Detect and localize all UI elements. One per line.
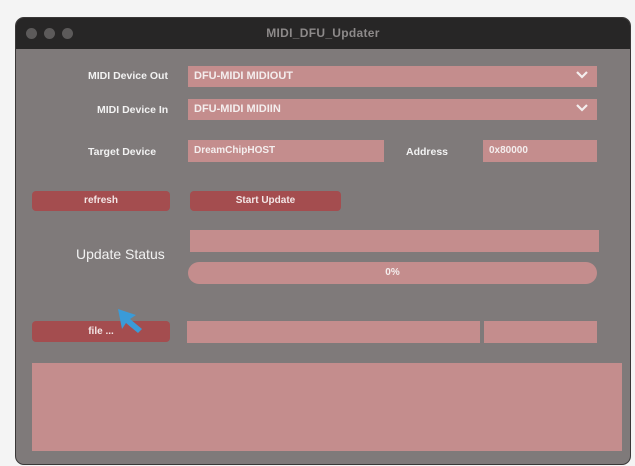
update-status-label: Update Status: [76, 246, 165, 262]
title-bar: MIDI_DFU_Updater: [16, 18, 630, 49]
progress-text: 0%: [385, 267, 400, 278]
refresh-button[interactable]: refresh: [32, 191, 170, 211]
chevron-down-icon: [576, 71, 588, 79]
app-window: MIDI_DFU_Updater MIDI Device Out DFU-MID…: [15, 17, 631, 465]
log-output-area[interactable]: [32, 363, 622, 451]
file-button[interactable]: file ...: [32, 321, 170, 342]
main-panel: MIDI Device Out DFU-MIDI MIDIOUT MIDI De…: [16, 49, 630, 464]
file-info-field: [484, 321, 597, 343]
file-path-field[interactable]: [187, 321, 480, 343]
midi-device-out-label: MIDI Device Out: [88, 70, 168, 82]
midi-device-in-select[interactable]: DFU-MIDI MIDIIN: [188, 99, 597, 120]
midi-device-out-select[interactable]: DFU-MIDI MIDIOUT: [188, 66, 597, 87]
target-device-field[interactable]: DreamChipHOST: [188, 140, 384, 162]
midi-device-in-label: MIDI Device In: [97, 104, 169, 116]
update-status-field: [190, 230, 599, 252]
start-update-button[interactable]: Start Update: [190, 191, 341, 211]
mouse-pointer-icon: [118, 309, 142, 333]
address-label: Address: [406, 146, 449, 158]
midi-device-in-value: DFU-MIDI MIDIIN: [194, 103, 281, 115]
window-title: MIDI_DFU_Updater: [266, 26, 380, 40]
address-field[interactable]: 0x80000: [483, 140, 597, 162]
midi-device-out-value: DFU-MIDI MIDIOUT: [194, 70, 293, 82]
target-device-label: Target Device: [88, 146, 157, 158]
chevron-down-icon: [576, 104, 588, 112]
update-progress-bar: 0%: [188, 262, 597, 284]
